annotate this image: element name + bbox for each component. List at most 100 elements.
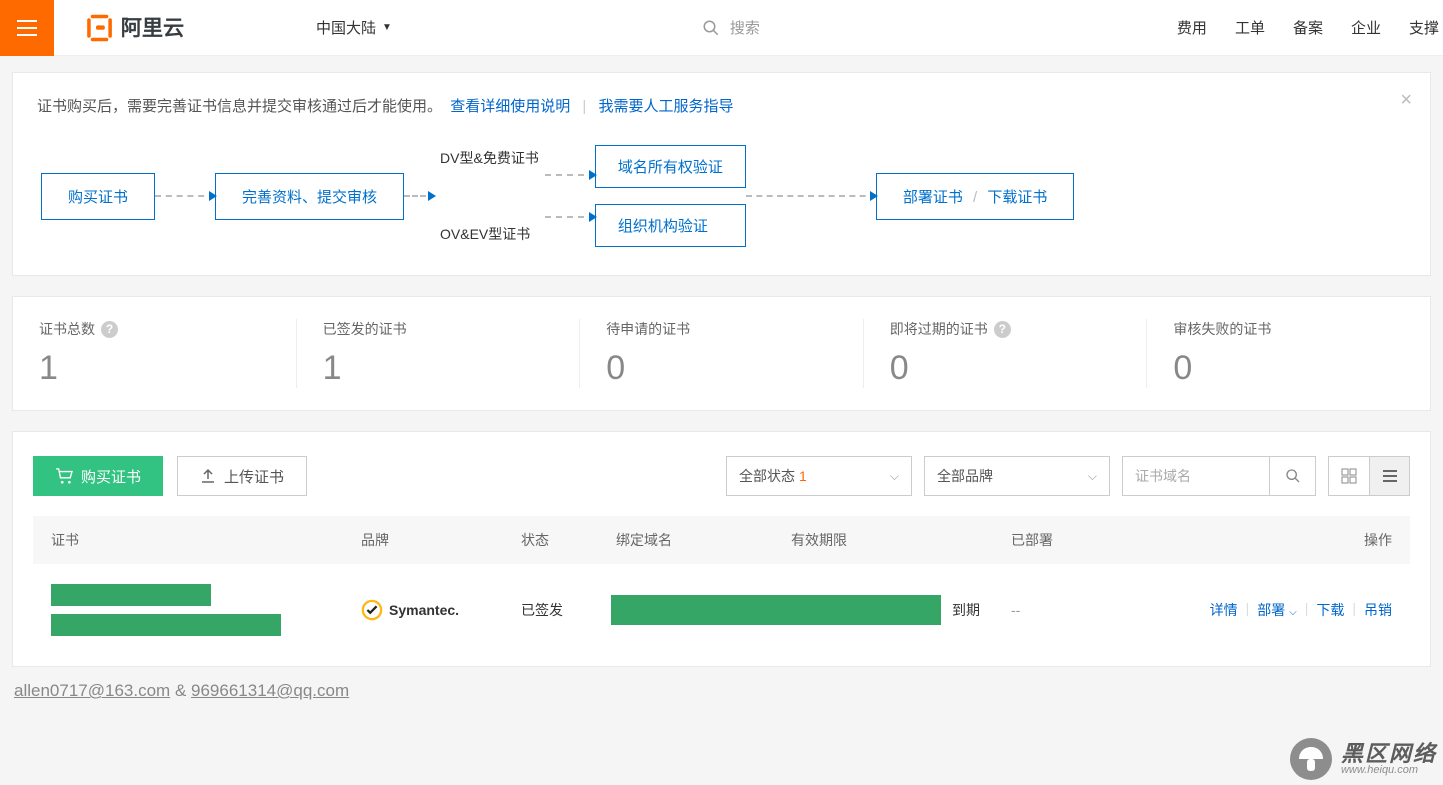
stat-expiring-value: 0 bbox=[890, 349, 1147, 388]
chevron-down-icon: ⌵ bbox=[1088, 469, 1097, 484]
stat-failed-value: 0 bbox=[1173, 349, 1430, 388]
cert-table-panel: 购买证书 上传证书 全部状态 1 ⌵ 全部品牌 ⌵ bbox=[12, 431, 1431, 667]
redacted-block bbox=[51, 614, 281, 636]
redacted-block bbox=[51, 584, 211, 606]
flow-step-buy: 购买证书 bbox=[41, 173, 155, 220]
flow-label-ov: OV&EV型证书 bbox=[440, 224, 539, 244]
th-deployed: 已部署 bbox=[1011, 530, 1156, 550]
svg-text:阿里云: 阿里云 bbox=[121, 17, 184, 40]
cell-actions: 详情| 部署 ⌵| 下载| 吊销 bbox=[1156, 600, 1392, 620]
list-icon bbox=[1382, 468, 1398, 484]
help-icon[interactable]: ? bbox=[101, 321, 118, 338]
region-label: 中国大陆 bbox=[316, 17, 376, 38]
th-action: 操作 bbox=[1156, 530, 1392, 550]
action-detail[interactable]: 详情 bbox=[1210, 600, 1238, 620]
flow-step-deploy: 部署证书 / 下载证书 bbox=[876, 173, 1075, 220]
watermark: 黑区网络 www.heiqu.com bbox=[1289, 737, 1437, 781]
footer-email-2[interactable]: 969661314@qq.com bbox=[191, 681, 349, 700]
brand-filter-select[interactable]: 全部品牌 ⌵ bbox=[924, 456, 1110, 496]
domain-search-button[interactable] bbox=[1270, 456, 1316, 496]
footer-amp: & bbox=[175, 681, 186, 700]
link-help[interactable]: 我需要人工服务指导 bbox=[598, 98, 733, 115]
search-icon bbox=[702, 19, 720, 37]
flow-type-labels: DV型&免费证书 OV&EV型证书 bbox=[440, 148, 539, 244]
stats-panel: 证书总数? 1 已签发的证书 1 待申请的证书 0 即将过期的证书? 0 审核失… bbox=[12, 296, 1431, 411]
notice-prefix: 证书购买后，需要完善证书信息并提交审核通过后才能使用。 bbox=[37, 98, 442, 115]
action-download[interactable]: 下载 bbox=[1316, 600, 1344, 620]
hamburger-icon bbox=[17, 20, 37, 36]
nav-beian[interactable]: 备案 bbox=[1293, 17, 1323, 38]
chevron-down-icon: ⌵ bbox=[890, 469, 899, 484]
nav-enterprise[interactable]: 企业 bbox=[1351, 17, 1381, 38]
divider: | bbox=[582, 98, 586, 115]
notice-text: 证书购买后，需要完善证书信息并提交审核通过后才能使用。 查看详细使用说明 | 我… bbox=[37, 95, 1406, 119]
domain-search-input[interactable] bbox=[1122, 456, 1270, 496]
stat-total-value: 1 bbox=[39, 349, 296, 388]
view-toggle bbox=[1328, 456, 1410, 496]
table-header: 证书 品牌 状态 绑定域名 有效期限 已部署 操作 bbox=[33, 516, 1410, 564]
stat-expiring: 即将过期的证书? 0 bbox=[864, 319, 1148, 388]
cart-icon bbox=[55, 468, 73, 484]
th-status: 状态 bbox=[521, 530, 616, 550]
action-revoke[interactable]: 吊销 bbox=[1364, 600, 1392, 620]
search-box[interactable]: 搜索 bbox=[702, 17, 760, 38]
nav-fee[interactable]: 费用 bbox=[1177, 17, 1207, 38]
stat-failed: 审核失败的证书 0 bbox=[1147, 319, 1430, 388]
top-header: 阿里云 中国大陆 ▼ 搜索 费用 工单 备案 企业 支撑 bbox=[0, 0, 1443, 56]
expire-suffix: 到期 bbox=[952, 600, 980, 620]
menu-toggle-button[interactable] bbox=[0, 0, 54, 56]
arrow-icon bbox=[404, 195, 434, 197]
watermark-en: www.heiqu.com bbox=[1341, 765, 1437, 776]
cell-domain-expire: 到期 bbox=[616, 595, 1011, 625]
arrow-icon bbox=[155, 195, 215, 197]
stat-issued-value: 1 bbox=[323, 349, 580, 388]
upload-cert-button[interactable]: 上传证书 bbox=[177, 456, 307, 496]
flow-diagram: 购买证书 完善资料、提交审核 DV型&免费证书 OV&EV型证书 域名所有权验证… bbox=[37, 145, 1406, 247]
stat-total: 证书总数? 1 bbox=[13, 319, 297, 388]
cell-deployed: -- bbox=[1011, 602, 1156, 618]
nav-support[interactable]: 支撑 bbox=[1409, 17, 1439, 38]
flow-verify-column: 域名所有权验证 组织机构验证 bbox=[595, 145, 746, 247]
grid-icon bbox=[1341, 468, 1357, 484]
chevron-down-icon: ▼ bbox=[382, 22, 392, 33]
watermark-cn: 黑区网络 bbox=[1341, 743, 1437, 765]
cell-cert bbox=[51, 584, 361, 636]
search-icon bbox=[1285, 468, 1301, 484]
notice-panel: 证书购买后，需要完善证书信息并提交审核通过后才能使用。 查看详细使用说明 | 我… bbox=[12, 72, 1431, 276]
action-deploy[interactable]: 部署 ⌵ bbox=[1257, 600, 1296, 620]
top-nav: 费用 工单 备案 企业 支撑 bbox=[1177, 17, 1443, 38]
status-filter-select[interactable]: 全部状态 1 ⌵ bbox=[726, 456, 912, 496]
region-selector[interactable]: 中国大陆 ▼ bbox=[316, 17, 392, 38]
footer: allen0717@163.com & 969661314@qq.com bbox=[0, 667, 1443, 715]
cell-status: 已签发 bbox=[521, 600, 616, 620]
help-icon[interactable]: ? bbox=[994, 321, 1011, 338]
search-placeholder: 搜索 bbox=[730, 17, 760, 38]
flow-step-submit: 完善资料、提交审核 bbox=[215, 173, 404, 220]
close-icon[interactable]: × bbox=[1400, 89, 1412, 112]
th-brand: 品牌 bbox=[361, 530, 521, 550]
arrow-icon bbox=[746, 195, 876, 197]
flow-step-domain-verify: 域名所有权验证 bbox=[595, 145, 746, 188]
chevron-down-icon: ⌵ bbox=[1289, 607, 1297, 618]
buy-cert-button[interactable]: 购买证书 bbox=[33, 456, 163, 496]
link-doc[interactable]: 查看详细使用说明 bbox=[450, 98, 570, 115]
th-cert: 证书 bbox=[51, 530, 361, 550]
flow-step-org-verify: 组织机构验证 bbox=[595, 204, 746, 247]
stat-pending: 待申请的证书 0 bbox=[580, 319, 864, 388]
aliyun-logo[interactable]: 阿里云 bbox=[76, 13, 236, 43]
mushroom-icon bbox=[1289, 737, 1333, 781]
stat-pending-value: 0 bbox=[606, 349, 863, 388]
stat-issued: 已签发的证书 1 bbox=[297, 319, 581, 388]
flow-label-dv: DV型&免费证书 bbox=[440, 148, 539, 168]
footer-email-1[interactable]: allen0717@163.com bbox=[14, 681, 170, 700]
nav-ticket[interactable]: 工单 bbox=[1235, 17, 1265, 38]
table-row: Symantec. 已签发 到期 -- 详情| 部署 ⌵| 下载| 吊销 bbox=[33, 564, 1410, 656]
list-view-button[interactable] bbox=[1369, 457, 1409, 495]
table-toolbar: 购买证书 上传证书 全部状态 1 ⌵ 全部品牌 ⌵ bbox=[33, 456, 1410, 496]
symantec-icon bbox=[361, 599, 383, 621]
grid-view-button[interactable] bbox=[1329, 457, 1369, 495]
th-domain: 绑定域名 bbox=[616, 530, 791, 550]
th-expire: 有效期限 bbox=[791, 530, 1011, 550]
arrow-icon bbox=[545, 216, 595, 218]
cell-brand: Symantec. bbox=[361, 599, 521, 621]
